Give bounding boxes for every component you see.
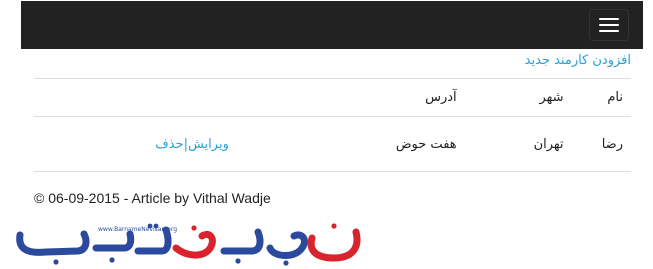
cell-name: رضا <box>571 116 631 172</box>
cell-actions: ویرایش|حذف <box>34 116 237 172</box>
employee-table: نام شهر آدرس رضا تهران هفت حوض ویرایش|حذ… <box>34 78 631 172</box>
site-logo: www.BarnameNevisan.org <box>12 218 364 268</box>
cell-city: تهران <box>464 116 572 172</box>
delete-link[interactable]: حذف <box>155 137 183 152</box>
table-row: رضا تهران هفت حوض ویرایش|حذف <box>34 116 631 172</box>
menu-bar-line <box>599 18 619 20</box>
menu-bar-line <box>599 30 619 32</box>
logo-wordmark-graphic: www.BarnameNevisan.org <box>16 223 361 266</box>
column-header-name: نام <box>571 78 631 117</box>
column-header-actions <box>34 78 237 117</box>
table-header-row: نام شهر آدرس <box>34 78 631 117</box>
hamburger-menu-icon[interactable] <box>589 9 629 41</box>
edit-link[interactable]: ویرایش <box>188 137 229 152</box>
create-new-employee-link[interactable]: افزودن کارمند جدید <box>525 53 631 68</box>
footer-copyright: © 06-09-2015 - Article by Vithal Wadje <box>34 190 271 206</box>
column-header-address: آدرس <box>236 78 465 117</box>
column-header-city: شهر <box>464 78 572 117</box>
cell-address: هفت حوض <box>236 116 465 172</box>
menu-bar-line <box>599 24 619 26</box>
svg-text:www.BarnameNevisan.org: www.BarnameNevisan.org <box>98 226 177 233</box>
navbar <box>21 1 643 49</box>
